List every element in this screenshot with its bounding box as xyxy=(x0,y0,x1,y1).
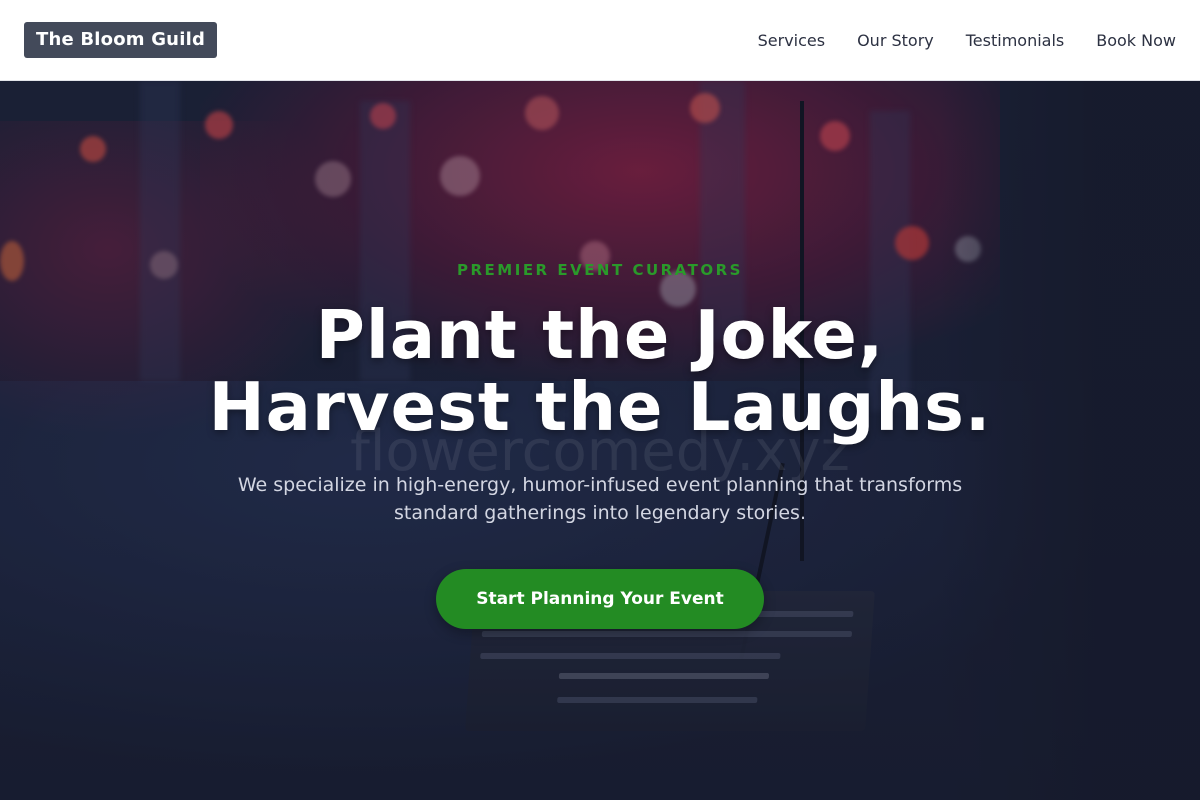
nav-book-now[interactable]: Book Now xyxy=(1096,31,1176,50)
headline-line-2: Harvest the Laughs. xyxy=(208,368,992,446)
headline-line-1: Plant the Joke, xyxy=(315,296,885,374)
hero-eyebrow: PREMIER EVENT CURATORS xyxy=(457,261,743,279)
main-nav: Services Our Story Testimonials Book Now xyxy=(758,31,1176,50)
nav-services[interactable]: Services xyxy=(758,31,825,50)
hero-headline: Plant the Joke, Harvest the Laughs. xyxy=(0,299,1200,443)
start-planning-button[interactable]: Start Planning Your Event xyxy=(436,569,764,629)
hero-subtext: We specialize in high-energy, humor-infu… xyxy=(237,474,963,524)
site-header: The Bloom Guild Services Our Story Testi… xyxy=(0,0,1200,81)
nav-testimonials[interactable]: Testimonials xyxy=(966,31,1065,50)
hero-content: PREMIER EVENT CURATORS Plant the Joke, H… xyxy=(0,259,1200,629)
hero-section: flowercomedy.xyz PREMIER EVENT CURATORS … xyxy=(0,81,1200,800)
site-logo[interactable]: The Bloom Guild xyxy=(24,22,218,58)
nav-our-story[interactable]: Our Story xyxy=(857,31,934,50)
